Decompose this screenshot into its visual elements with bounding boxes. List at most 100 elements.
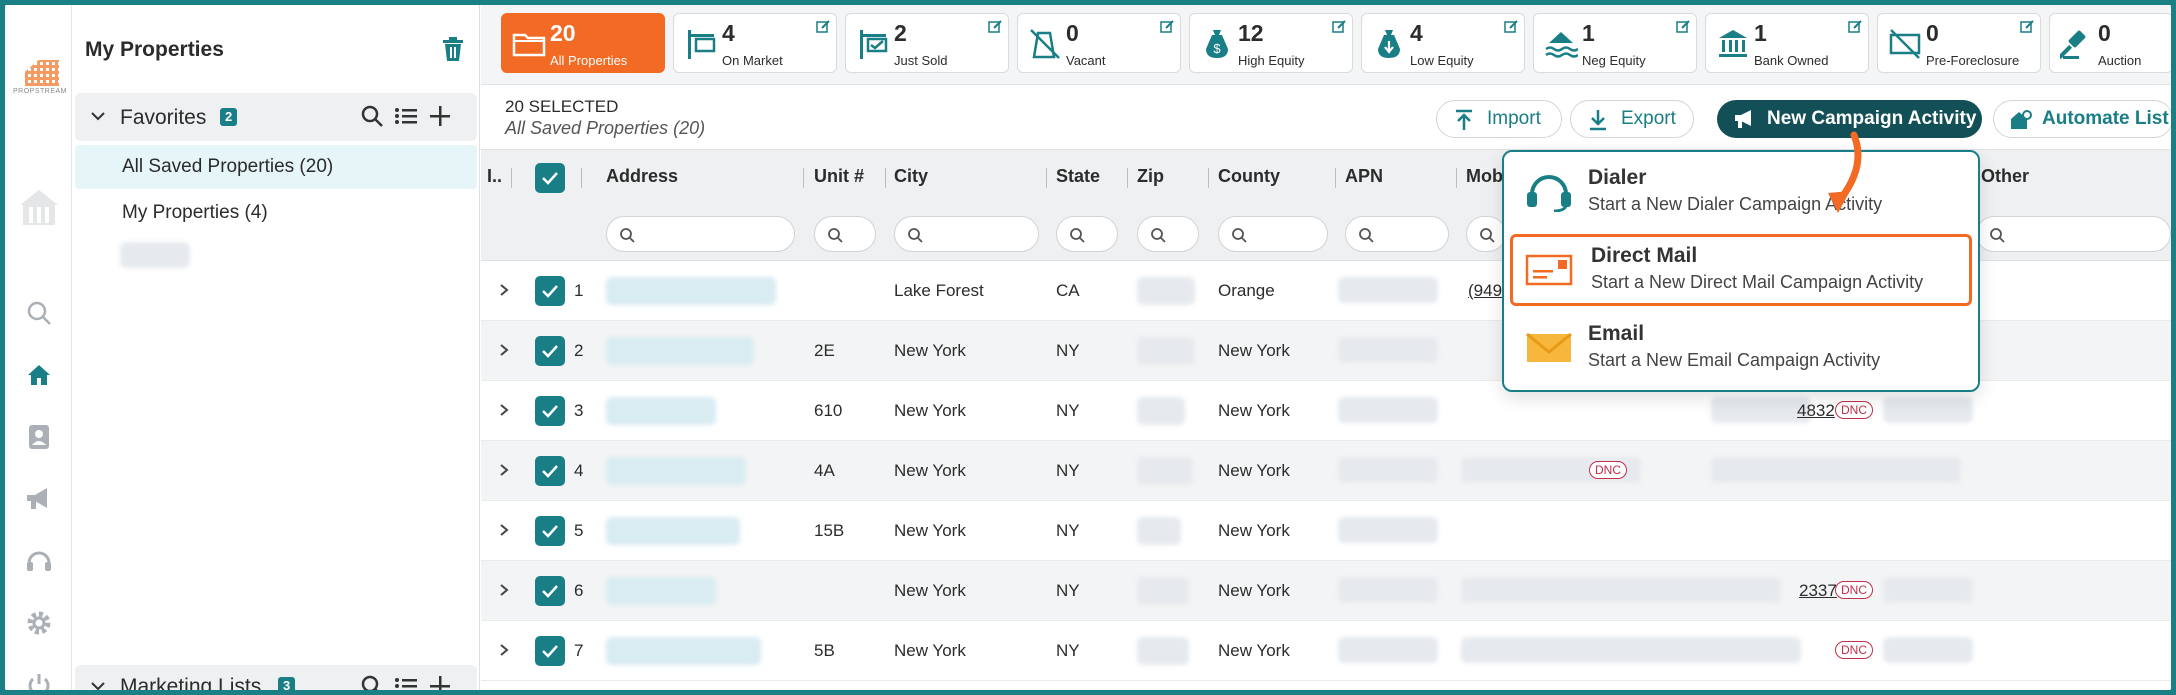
zip-filter-input[interactable] (1137, 216, 1199, 252)
other-filter-input[interactable] (1976, 216, 2171, 252)
col-unit-header[interactable]: Unit # (814, 166, 864, 187)
edit-icon[interactable] (816, 20, 830, 34)
col-zip-header[interactable]: Zip (1137, 166, 1164, 187)
chevron-down-icon[interactable] (89, 107, 107, 125)
tile-neg-equity[interactable]: 1 Neg Equity (1533, 13, 1697, 73)
tile-label: All Properties (550, 53, 628, 68)
search-icon[interactable] (359, 673, 385, 690)
tile-count: 12 (1238, 20, 1264, 46)
state-filter-input[interactable] (1056, 216, 1118, 252)
flood-house-icon (1545, 32, 1578, 58)
redacted-phone (1883, 577, 1973, 603)
megaphone-icon (1735, 110, 1751, 128)
table-row[interactable]: 5 15B New York NY New York (481, 501, 2171, 561)
other-phone-fragment[interactable]: 4832 (1797, 401, 1835, 421)
col-other-header[interactable]: Other (1981, 166, 2029, 187)
tile-all-properties[interactable]: 20 All Properties (501, 13, 665, 73)
other-phone-fragment[interactable]: 2337 (1799, 581, 1837, 601)
mobile-phone-fragment[interactable]: (949 (1468, 281, 1502, 301)
plus-icon[interactable] (427, 103, 453, 129)
col-city-header[interactable]: City (894, 166, 928, 187)
edit-icon[interactable] (988, 20, 1002, 34)
automate-label: Automate List (2042, 108, 2169, 129)
menu-item-dialer[interactable]: Dialer Start a New Dialer Campaign Activ… (1510, 156, 1972, 228)
redacted-list-item[interactable] (120, 242, 190, 268)
select-all-checkbox[interactable] (535, 163, 565, 193)
edit-icon[interactable] (1160, 20, 1174, 34)
megaphone-icon[interactable] (21, 481, 57, 517)
search-icon (828, 228, 843, 243)
bank-icon (1719, 30, 1747, 57)
edit-icon[interactable] (1504, 20, 1518, 34)
col-index-header[interactable]: I.. (487, 166, 502, 187)
tile-label: Just Sold (894, 53, 948, 68)
tile-low-equity[interactable]: 4 Low Equity (1361, 13, 1525, 73)
chevron-right-icon[interactable] (497, 523, 511, 537)
edit-icon[interactable] (2020, 20, 2034, 34)
tile-bank-owned[interactable]: 1 Bank Owned (1705, 13, 1869, 73)
tile-auction[interactable]: 0 Auction (2049, 13, 2171, 73)
favorites-item-all-saved[interactable]: All Saved Properties (20) (75, 145, 477, 189)
favorites-header[interactable]: Favorites 2 (75, 93, 477, 141)
col-address-header[interactable]: Address (606, 166, 678, 187)
list-icon[interactable] (393, 673, 419, 690)
search-icon (1480, 228, 1495, 243)
plus-icon[interactable] (427, 673, 453, 690)
row-checkbox[interactable] (535, 516, 565, 546)
col-apn-header[interactable]: APN (1345, 166, 1383, 187)
search-icon[interactable] (359, 103, 385, 129)
main-content: 20 All Properties 4 On Market 2 Just Sol… (481, 5, 2171, 690)
menu-item-email[interactable]: Email Start a New Email Campaign Activit… (1510, 312, 1972, 384)
favorites-item-my-properties[interactable]: My Properties (4) (75, 191, 477, 235)
redacted-apn (1338, 337, 1438, 363)
redacted-phone (1461, 577, 1781, 603)
address-filter-input[interactable] (606, 216, 795, 252)
chevron-right-icon[interactable] (497, 343, 511, 357)
apn-filter-input[interactable] (1345, 216, 1449, 252)
export-button[interactable]: Export (1570, 100, 1694, 138)
contacts-icon[interactable] (21, 419, 57, 455)
redacted-address (606, 517, 740, 545)
gear-icon[interactable] (21, 605, 57, 641)
col-state-header[interactable]: State (1056, 166, 1100, 187)
trash-icon[interactable] (440, 35, 466, 63)
automate-list-button[interactable]: Automate List (1993, 100, 2171, 138)
tile-on-market[interactable]: 4 On Market (673, 13, 837, 73)
menu-item-direct-mail[interactable]: Direct Mail Start a New Direct Mail Camp… (1510, 234, 1972, 306)
power-icon[interactable] (21, 667, 57, 690)
svg-text:$: $ (1213, 41, 1221, 56)
edit-icon[interactable] (1848, 20, 1862, 34)
tile-count: 4 (1410, 20, 1423, 46)
headset-icon[interactable] (21, 543, 57, 579)
search-icon (1359, 228, 1374, 243)
nav-rail: PROPSTREAM (5, 5, 72, 690)
unit-filter-input[interactable] (814, 216, 876, 252)
list-icon[interactable] (393, 103, 419, 129)
tile-high-equity[interactable]: $ 12 High Equity (1189, 13, 1353, 73)
import-button[interactable]: Import (1436, 100, 1562, 138)
home-icon[interactable] (21, 357, 57, 393)
tile-label: On Market (722, 53, 783, 68)
favorites-label: Favorites (120, 106, 207, 129)
col-county-header[interactable]: County (1218, 166, 1280, 187)
selection-bar: 20 SELECTED All Saved Properties (20) Im… (481, 85, 2171, 147)
vacant-icon (1030, 29, 1060, 59)
tile-label: Low Equity (1410, 53, 1474, 68)
tile-vacant[interactable]: 0 Vacant (1017, 13, 1181, 73)
import-label: Import (1487, 108, 1541, 129)
chevron-down-icon[interactable] (89, 677, 107, 690)
redacted-address (606, 337, 754, 365)
dnc-badge: DNC (1589, 461, 1627, 479)
edit-icon[interactable] (1676, 20, 1690, 34)
mobile-filter-input[interactable] (1466, 216, 1506, 252)
search-icon[interactable] (21, 295, 57, 331)
tile-just-sold[interactable]: 2 Just Sold (845, 13, 1009, 73)
col-mobile-header[interactable]: Mob (1466, 166, 1503, 187)
county-filter-input[interactable] (1218, 216, 1328, 252)
row-checkbox[interactable] (535, 336, 565, 366)
city-filter-input[interactable] (894, 216, 1039, 252)
campaign-activity-menu: Dialer Start a New Dialer Campaign Activ… (1502, 150, 1980, 392)
tile-pre-foreclosure[interactable]: 0 Pre-Foreclosure (1877, 13, 2041, 73)
edit-icon[interactable] (1332, 20, 1346, 34)
marketing-lists-header[interactable]: Marketing Lists 3 (75, 665, 477, 690)
